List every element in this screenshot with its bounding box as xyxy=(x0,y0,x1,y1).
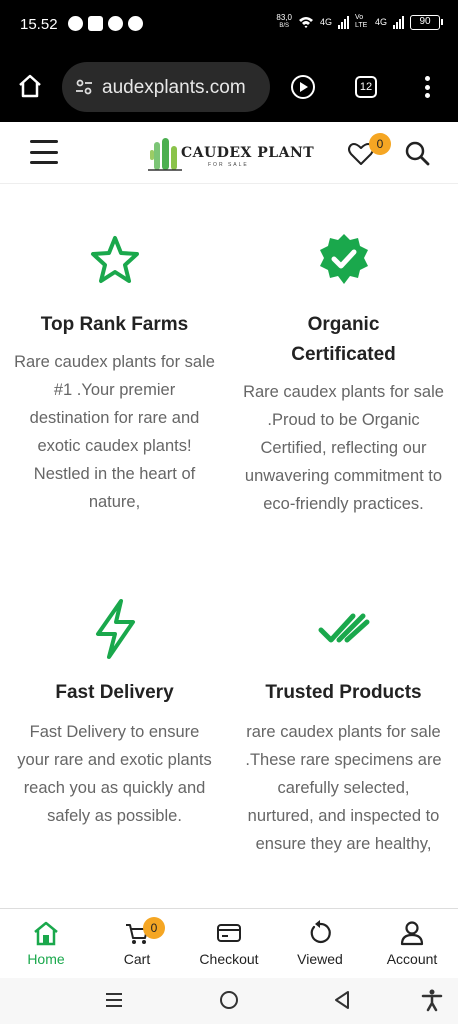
status-bar: 15.52 83,0 B/S 4G Vo LTE 4G 90 xyxy=(0,0,458,50)
feature-description: Rare caudex plants for sale .Proud to be… xyxy=(243,383,444,513)
signal-2-icon xyxy=(393,15,404,29)
account-icon xyxy=(400,921,424,946)
notification-icons xyxy=(68,16,143,31)
youtube-icon xyxy=(88,16,103,31)
browser-toolbar: audexplants.com 12 xyxy=(0,50,458,122)
verified-badge-icon xyxy=(319,234,368,284)
accessibility-icon[interactable] xyxy=(420,988,444,1012)
feature-description: Rare caudex plants for sale #1 .Your pre… xyxy=(14,353,215,511)
play-icon[interactable] xyxy=(290,74,316,100)
site-settings-icon[interactable] xyxy=(74,77,94,97)
signal-1-label: 4G xyxy=(319,17,332,27)
feature-title: Organic Certificated xyxy=(291,314,396,365)
url-text: audexplants.com xyxy=(102,77,246,98)
address-bar[interactable]: audexplants.com xyxy=(62,62,270,112)
signal-1-icon xyxy=(337,15,349,29)
nav-checkout-label: Checkout xyxy=(199,951,259,967)
back-icon[interactable] xyxy=(332,989,352,1011)
nav-cart[interactable]: Cart xyxy=(91,909,183,979)
feature-title: Top Rank Farms xyxy=(40,314,189,335)
double-check-icon xyxy=(318,613,369,643)
wifi-icon xyxy=(298,17,313,28)
cart-count-badge: 0 xyxy=(143,917,165,939)
credit-card-icon xyxy=(217,924,241,942)
logo-text: CAUDEX PLANT xyxy=(181,145,315,161)
messenger-icon xyxy=(108,16,123,31)
browser-menu-icon[interactable] xyxy=(424,76,430,98)
wishlist-count-badge: 0 xyxy=(369,133,391,155)
history-icon xyxy=(310,920,331,944)
home-circle-icon[interactable] xyxy=(218,989,240,1011)
reddit-icon xyxy=(128,16,143,31)
battery-icon: 90 xyxy=(410,14,443,30)
site-header: CAUDEX PLANT FOR SALE xyxy=(0,122,458,184)
logo-subtitle: FOR SALE xyxy=(208,162,249,168)
recent-apps-icon[interactable] xyxy=(104,990,124,1010)
tab-switcher-button[interactable]: 12 xyxy=(355,76,377,98)
home-icon xyxy=(34,921,58,946)
feature-title: Trusted Products xyxy=(265,682,422,703)
volte-label: Vo LTE xyxy=(354,14,368,29)
nav-account-label: Account xyxy=(386,951,438,967)
whatsapp-icon xyxy=(68,16,83,31)
system-navigation-bar xyxy=(0,978,458,1024)
nav-viewed-label: Viewed xyxy=(297,951,343,967)
nav-account[interactable]: Account xyxy=(366,909,458,979)
feature-description: Fast Delivery to ensure your rare and ex… xyxy=(17,723,212,825)
nav-home-label: Home xyxy=(27,951,65,967)
cactus-logo-icon xyxy=(148,138,182,171)
star-outline-icon xyxy=(90,236,139,283)
bottom-navigation: Home Cart Checkout Viewed Account xyxy=(0,908,458,978)
network-speed: 83,0 B/S xyxy=(276,13,292,30)
nav-home[interactable]: Home xyxy=(0,909,92,979)
hamburger-menu-icon[interactable] xyxy=(30,140,58,164)
feature-title: Fast Delivery xyxy=(55,682,174,703)
nav-viewed[interactable]: Viewed xyxy=(274,909,366,979)
browser-home-icon[interactable] xyxy=(16,72,44,100)
search-icon[interactable] xyxy=(403,139,431,167)
nav-checkout[interactable]: Checkout xyxy=(183,909,275,979)
feature-description: rare caudex plants for sale .These rare … xyxy=(245,723,442,853)
lightning-icon xyxy=(95,599,135,659)
nav-cart-label: Cart xyxy=(123,951,151,967)
signal-2-label: 4G xyxy=(374,17,387,27)
status-time: 15.52 xyxy=(20,16,58,33)
site-logo[interactable]: CAUDEX PLANT FOR SALE xyxy=(148,136,314,172)
